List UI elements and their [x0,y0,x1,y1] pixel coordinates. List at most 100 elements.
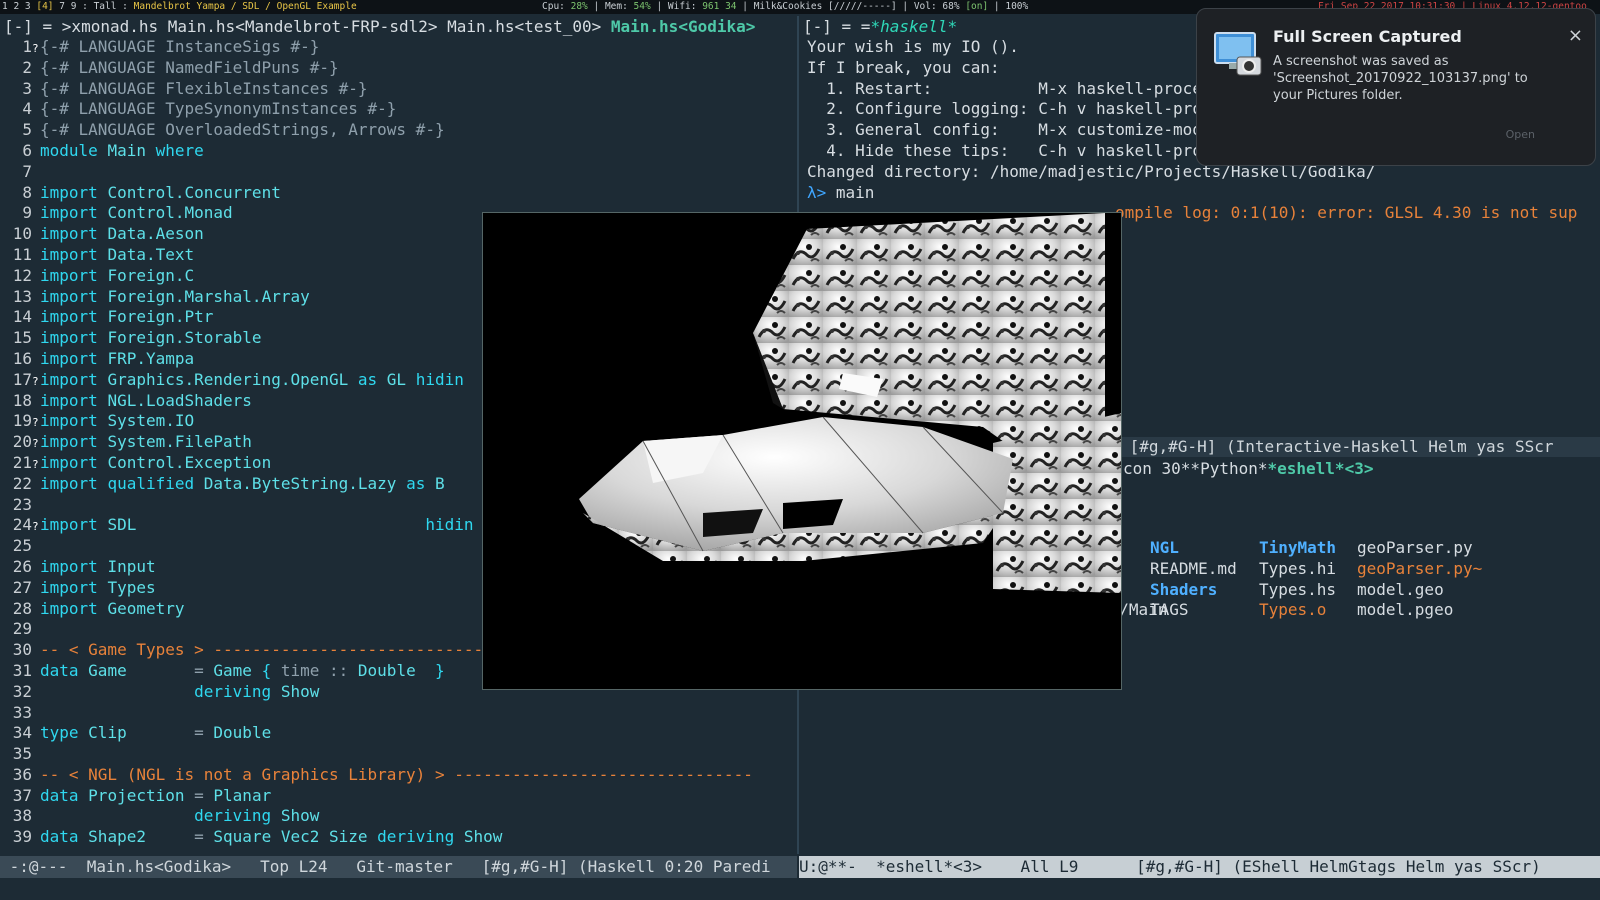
code-line[interactable]: 4 {-# LANGUAGE TypeSynonymInstances #-} [0,99,797,120]
code-line[interactable]: 37 data Projection = Planar [0,786,797,807]
minibuffer[interactable] [0,880,1600,900]
buffer-tabs: [-] = >xmonad.hs Main.hs<Mandelbrot-FRP-… [0,16,797,37]
code-line[interactable]: 33 [0,703,797,724]
screenshot-camera-icon [1213,29,1263,79]
code-token: import [40,224,108,244]
workspace-list[interactable]: 1 2 3 [4] 7 9 : Tall : Mandelbrot Yampa … [2,0,357,14]
cpu-label: Cpu: [542,1,571,12]
sdl-render-window[interactable] [482,212,1122,690]
code-token: Control.Exception [107,452,272,472]
code-token: {-# LANGUAGE TypeSynonymInstances #-} [40,99,397,119]
tab-breadcrumb-1[interactable]: Main.hs<test_00> [437,17,601,36]
wifi-label: | Wifi: [650,1,703,12]
code-line[interactable]: 35 [0,744,797,765]
line-number: 32 [12,681,32,701]
code-token: B [434,473,445,493]
code-line[interactable]: 6 module Main where [0,141,797,162]
dir-entry[interactable]: Shaders [1150,580,1217,599]
screenshot-notification[interactable]: Full Screen Captured A screenshot was sa… [1196,8,1596,166]
open-button[interactable]: Open [1506,128,1535,141]
code-line[interactable]: 38 deriving Show [0,806,797,827]
flycheck-marker: ? [32,42,39,55]
code-line[interactable]: 39 data Shape2 = Square Vec2 Size derivin… [0,827,797,848]
code-token: Foreign.Marshal.Array [107,286,310,306]
code-token: import [40,265,108,285]
line-number: 28 [12,598,32,618]
repl-mode-line: [#g,#G-H] (Interactive-Haskell Helm yas … [1120,437,1600,457]
code-line[interactable]: 34 type Clip = Double [0,723,797,744]
line-number: 18 [12,390,32,410]
dir-entry[interactable]: geoParser.py~ [1357,559,1482,578]
dir-entry[interactable]: TinyMath [1259,538,1336,557]
code-token: import [40,182,108,202]
repl-buffer-name[interactable]: *haskell* [870,17,957,36]
code-token: hidin [425,515,474,535]
dir-entry[interactable]: TAGS [1150,600,1189,619]
tab-xmonad[interactable]: [-] = >xmonad.hs [4,17,158,36]
line-number: 25 [12,536,32,556]
repl-input-line[interactable]: λ> main [799,183,1600,204]
code-token: Game [213,660,262,680]
workspaces[interactable]: 1 2 3 [2,1,31,12]
dir-entry[interactable]: Types.hi [1259,559,1336,578]
dir-entry[interactable]: model.geo [1357,580,1444,599]
line-number: 27 [12,577,32,597]
line-number: 20 [12,432,32,452]
line-number: 4 [22,99,32,119]
code-token: time :: [280,660,358,680]
fractal-model-render [579,213,1121,593]
tab-breadcrumb-0[interactable]: Main.hs<Mandelbrot-FRP-sdl2> [158,17,438,36]
flycheck-marker: ? [32,457,39,471]
code-line[interactable]: 2 {-# LANGUAGE NamedFieldPuns #-} [0,58,797,79]
current-workspace[interactable]: [4] [36,1,53,12]
code-line[interactable]: 7 [0,162,797,183]
code-token: import [40,328,108,348]
eshell-tabs-prefix[interactable]: con 30**Python* [1123,459,1268,478]
tab-main-godika[interactable]: Main.hs<Godika> [601,17,756,36]
code-token: import [40,244,108,264]
dir-entry[interactable]: model.pgeo [1357,600,1453,619]
line-number: 3 [22,78,32,98]
code-token: as [406,473,435,493]
code-token: import [40,307,108,327]
code-token: Main [107,140,156,160]
code-token: Double [213,723,272,743]
volume-state: [on] [965,1,989,12]
code-line[interactable]: 5 {-# LANGUAGE OverloadedStrings, Arrows … [0,120,797,141]
code-line[interactable]: 1?{-# LANGUAGE InstanceSigs #-} [0,37,797,58]
close-icon[interactable]: × [1568,25,1583,46]
code-token: qualified [107,473,204,493]
code-token: System.FilePath [107,432,252,452]
code-token: import [40,432,108,452]
network-volume: | Milk&Cookies [/////-----] | Vol: 68% [736,1,966,12]
code-token: module [40,140,108,160]
dir-entry[interactable]: README.md [1150,559,1237,578]
line-number: 36 [12,764,32,784]
code-token: import [40,598,108,618]
code-token: data [40,660,89,680]
code-token: {-# LANGUAGE FlexibleInstances #-} [40,78,368,98]
tab-eshell-3[interactable]: *eshell*<3> [1268,459,1374,478]
code-token: deriving [377,827,464,847]
code-token: Foreign.C [107,265,195,285]
line-number: 15 [12,328,32,348]
code-token: {-# LANGUAGE InstanceSigs #-} [40,37,320,56]
code-line[interactable]: 3 {-# LANGUAGE FlexibleInstances #-} [0,79,797,100]
code-token: Control.Monad [107,203,233,223]
repl-command[interactable]: main [826,183,875,202]
line-number: 14 [12,307,32,327]
code-line[interactable]: 8 import Control.Concurrent [0,183,797,204]
dir-entry[interactable]: geoParser.py [1357,538,1473,557]
line-number: 17 [12,369,32,389]
code-token: import [40,515,108,535]
other-workspaces[interactable]: 7 9 [59,1,76,12]
code-token: Double [357,660,435,680]
code-token: } [434,660,445,680]
code-token: System.IO [107,411,195,431]
dir-entry[interactable]: NGL [1150,538,1179,557]
line-number: 6 [22,140,32,160]
line-number: 21 [12,452,32,472]
dir-entry[interactable]: Types.hs [1259,580,1336,599]
code-line[interactable]: 36 -- < NGL (NGL is not a Graphics Librar… [0,765,797,786]
dir-entry[interactable]: Types.o [1259,600,1326,619]
